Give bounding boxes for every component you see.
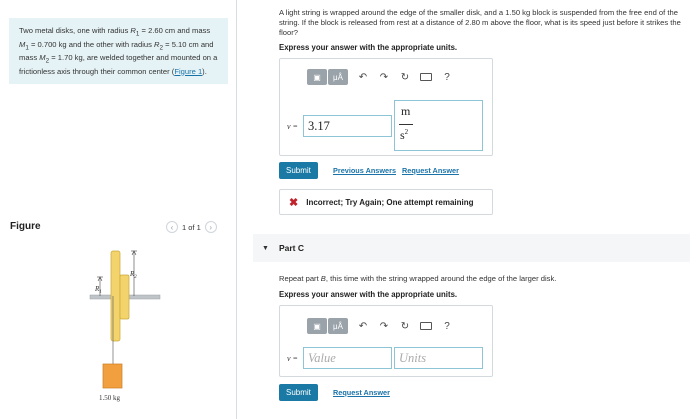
feedback-text: Incorrect; Try Again; One attempt remain… — [306, 197, 474, 207]
redo-icon[interactable]: ↷ — [378, 72, 390, 83]
partb-question: A light string is wrapped around the edg… — [279, 8, 681, 37]
pager-text: 1 of 1 — [182, 222, 201, 232]
partb-toolbar: ▣ μÅ ↶ ↷ ↻ ? — [307, 69, 453, 85]
redo-icon[interactable]: ↷ — [378, 321, 390, 332]
r2-label: R2 — [129, 270, 137, 280]
reset-icon[interactable]: ↻ — [399, 321, 411, 332]
partb-answer-box: ▣ μÅ ↶ ↷ ↻ ? v = 3.17 m s2 — [279, 58, 493, 156]
collapse-caret-icon[interactable]: ▼ — [262, 245, 269, 252]
partc-instruction: Express your answer with the appropriate… — [279, 290, 458, 299]
help-icon[interactable]: ? — [441, 72, 453, 83]
left-panel: Two metal disks, one with radius R1 = 2.… — [0, 0, 236, 419]
large-disk — [110, 250, 121, 342]
help-icon[interactable]: ? — [441, 321, 453, 332]
unit-numerator: m — [401, 104, 411, 118]
partb-request-answer-link[interactable]: Request Answer — [402, 166, 459, 175]
partb-var-label: v = — [287, 122, 298, 131]
problem-text-end: ). — [202, 66, 207, 76]
figure-pager: ‹ 1 of 1 › — [166, 221, 217, 233]
undo-icon[interactable]: ↶ — [357, 321, 369, 332]
partc-question: Repeat part B, this time with the string… — [279, 274, 557, 283]
partb-value-input[interactable]: 3.17 — [303, 115, 392, 137]
partb-units-input[interactable]: m s2 — [394, 100, 483, 151]
partb-submit-button[interactable]: Submit — [279, 162, 318, 179]
undo-icon[interactable]: ↶ — [357, 72, 369, 83]
partc-units-input[interactable]: Units — [394, 347, 483, 369]
partb-feedback: ✖ Incorrect; Try Again; One attempt rema… — [279, 189, 493, 215]
partc-header[interactable]: ▼ Part C — [253, 234, 690, 262]
r1-label: R1 — [94, 285, 102, 295]
partc-value-input[interactable]: Value — [303, 347, 392, 369]
partc-toolbar: ▣ μÅ ↶ ↷ ↻ ? — [307, 318, 453, 334]
unit-denominator: s2 — [400, 128, 409, 142]
incorrect-icon: ✖ — [289, 196, 299, 209]
partc-var-label: v = — [287, 354, 298, 363]
fraction-bar — [399, 124, 413, 125]
block-mass-label: 1.50 kg — [99, 394, 121, 402]
partc-request-answer-link[interactable]: Request Answer — [333, 388, 390, 397]
next-figure-button[interactable]: › — [204, 221, 217, 233]
prev-figure-button[interactable]: ‹ — [166, 221, 178, 233]
hanging-block — [102, 363, 123, 389]
figure-link[interactable]: Figure 1 — [174, 67, 202, 76]
partb-instruction: Express your answer with the appropriate… — [279, 43, 458, 52]
right-panel: A light string is wrapped around the edg… — [237, 0, 700, 419]
small-disk — [119, 274, 130, 320]
keyboard-icon[interactable] — [420, 73, 432, 81]
figure-heading: Figure — [10, 221, 41, 232]
templates-icon[interactable]: ▣ — [307, 318, 327, 334]
partc-format-group: ▣ μÅ — [307, 318, 348, 334]
units-button[interactable]: μÅ — [328, 69, 348, 85]
problem-statement: Two metal disks, one with radius R1 = 2.… — [9, 18, 228, 84]
reset-icon[interactable]: ↻ — [399, 72, 411, 83]
previous-answers-link[interactable]: Previous Answers — [333, 166, 396, 175]
disk-figure: R1 R2 1.50 kg — [89, 250, 161, 402]
units-button[interactable]: μÅ — [328, 318, 348, 334]
templates-icon[interactable]: ▣ — [307, 69, 327, 85]
partc-title: Part C — [278, 243, 304, 253]
partc-answer-box: ▣ μÅ ↶ ↷ ↻ ? v = Value Units — [279, 305, 493, 377]
partc-submit-button[interactable]: Submit — [279, 384, 318, 401]
partb-format-group: ▣ μÅ — [307, 69, 348, 85]
keyboard-icon[interactable] — [420, 322, 432, 330]
